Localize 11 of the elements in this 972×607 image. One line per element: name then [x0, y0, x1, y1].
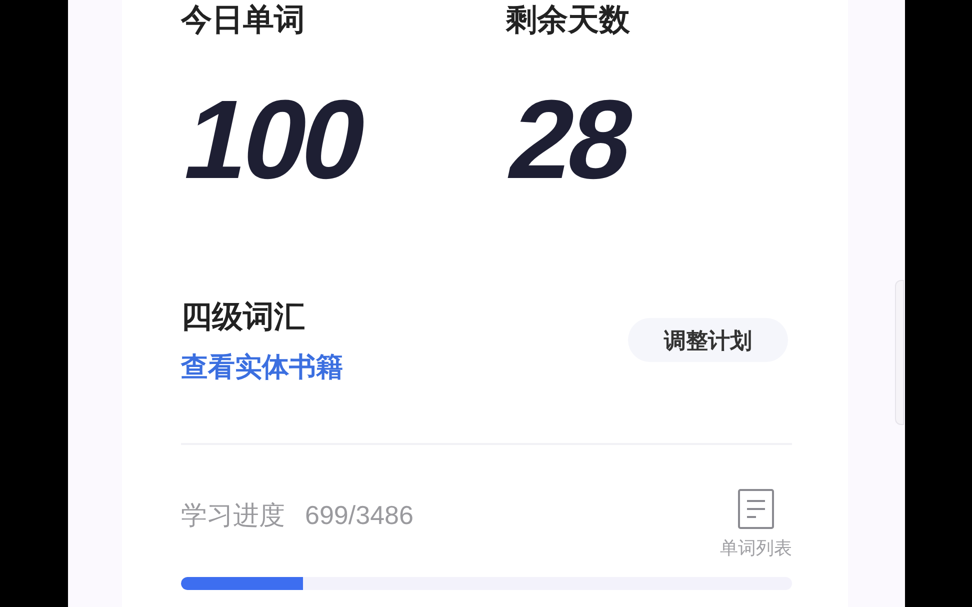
view-book-link[interactable]: 查看实体书籍 — [181, 351, 343, 383]
progress-count: 699/3486 — [305, 500, 414, 530]
stat-value: 28 — [498, 84, 642, 196]
stat-label: 剩余天数 — [506, 2, 630, 38]
adjust-plan-button[interactable]: 调整计划 — [628, 318, 788, 362]
book-title: 四级词汇 — [181, 299, 305, 335]
stat-value: 100 — [172, 84, 376, 196]
document-list-icon[interactable] — [738, 489, 774, 529]
progress-label: 学习进度 — [181, 500, 285, 530]
word-list-label: 单词列表 — [720, 537, 792, 559]
stat-label: 今日单词 — [181, 2, 305, 38]
